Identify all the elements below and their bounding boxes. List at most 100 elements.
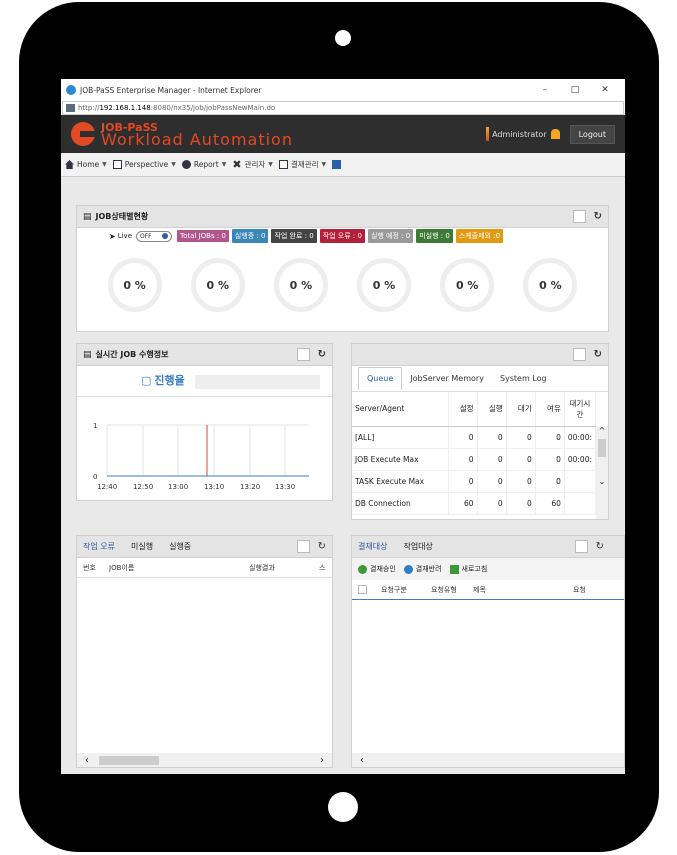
col-waiting[interactable]: 대기 bbox=[506, 392, 536, 427]
app-logo: JOB-PaSS Workload Automation bbox=[101, 122, 293, 148]
tab-queue[interactable]: Queue bbox=[358, 367, 403, 390]
scroll-right-icon[interactable]: › bbox=[320, 755, 324, 766]
logout-button[interactable]: Logout bbox=[569, 124, 615, 144]
panel-checkbox[interactable] bbox=[572, 348, 586, 361]
menu-home[interactable]: Home ▼ bbox=[65, 160, 107, 169]
select-all-checkbox[interactable] bbox=[358, 585, 367, 594]
scroll-up-icon[interactable]: ^ bbox=[596, 426, 608, 435]
refresh-icon[interactable]: ↻ bbox=[594, 211, 602, 222]
progress-bar bbox=[195, 375, 320, 389]
tab-job-error[interactable]: 작업 오류 bbox=[83, 541, 115, 552]
badge-total[interactable]: Total JOBs : 0 bbox=[177, 230, 229, 242]
panel-checkbox[interactable] bbox=[572, 210, 586, 223]
tablet-home-button[interactable] bbox=[328, 792, 358, 822]
menu-report[interactable]: Report ▼ bbox=[181, 160, 226, 169]
reload-button[interactable]: 새로고침 bbox=[449, 564, 487, 574]
col-running[interactable]: 실행 bbox=[477, 392, 507, 427]
logo-icon bbox=[71, 122, 95, 146]
scroll-left-icon[interactable]: ‹ bbox=[360, 755, 364, 766]
cell: 0 bbox=[535, 426, 565, 449]
col-more[interactable]: 스 bbox=[319, 563, 325, 573]
minimize-icon[interactable]: – bbox=[530, 85, 560, 95]
menu-home-label: Home bbox=[77, 160, 100, 169]
maximize-icon[interactable]: □ bbox=[560, 85, 590, 95]
col-number[interactable]: 번호 bbox=[83, 563, 109, 573]
user-icon[interactable] bbox=[550, 129, 560, 139]
gauge-running: 0 % bbox=[190, 258, 245, 312]
reject-button[interactable]: 결재반려 bbox=[403, 564, 442, 574]
tab-job-target[interactable]: 작업대상 bbox=[403, 541, 432, 552]
scroll-thumb[interactable] bbox=[598, 439, 606, 457]
approve-label: 결재승인 bbox=[370, 565, 396, 573]
job-status-title: JOB상태별현황 bbox=[95, 212, 149, 221]
queue-header: ↻ bbox=[352, 344, 608, 366]
panel-checkbox[interactable] bbox=[296, 348, 310, 361]
tab-system-log[interactable]: System Log bbox=[492, 368, 555, 389]
badge-completed[interactable]: 작업 완료 : 0 bbox=[271, 229, 317, 243]
col-server-agent[interactable]: Server/Agent bbox=[352, 392, 449, 427]
error-hscroll[interactable]: ‹ › bbox=[77, 753, 332, 767]
gauge-completed: 0 % bbox=[273, 258, 328, 312]
refresh-icon[interactable]: ↻ bbox=[596, 541, 604, 552]
col-free[interactable]: 여유 bbox=[535, 392, 565, 427]
live-toggle[interactable]: OFF bbox=[136, 230, 172, 242]
reload-icon bbox=[449, 564, 459, 574]
approval-hscroll[interactable]: ‹ bbox=[352, 753, 624, 767]
cell: 60 bbox=[448, 492, 478, 515]
menu-admin[interactable]: ✖ 관리자 ▼ bbox=[232, 158, 273, 171]
cell: 00:00: bbox=[564, 448, 597, 471]
scroll-left-icon[interactable]: ‹ bbox=[85, 755, 89, 766]
queue-panel: ↻ Queue JobServer Memory System Log Serv… bbox=[351, 343, 609, 520]
panel-checkbox[interactable] bbox=[296, 540, 310, 553]
table-row[interactable]: [ALL] 0 0 0 0 00:00: bbox=[352, 426, 597, 449]
col-setting[interactable]: 설정 bbox=[448, 392, 478, 427]
queue-scrollbar[interactable]: ^ ⌄ bbox=[596, 426, 608, 519]
col-job-name[interactable]: JOB이름 bbox=[109, 563, 249, 573]
refresh-icon[interactable]: ↻ bbox=[318, 541, 326, 552]
refresh-icon[interactable]: ↻ bbox=[594, 349, 602, 360]
approve-button[interactable]: 결재승인 bbox=[358, 564, 396, 574]
chevron-down-icon: ▼ bbox=[171, 161, 176, 168]
tab-not-run[interactable]: 미실행 bbox=[131, 541, 153, 552]
menu-perspective[interactable]: Perspective ▼ bbox=[112, 160, 176, 169]
status-gauges: 0 % 0 % 0 % 0 % 0 % 0 % bbox=[77, 244, 608, 312]
col-request-type[interactable]: 요청구분 bbox=[381, 585, 431, 595]
progress-label: 진행율 bbox=[154, 374, 185, 387]
badge-not-run[interactable]: 미실행 : 0 bbox=[416, 229, 453, 243]
badge-running[interactable]: 실행중 : 0 bbox=[231, 229, 269, 243]
monitor-icon bbox=[332, 160, 342, 169]
tab-jobserver-memory[interactable]: JobServer Memory bbox=[402, 368, 492, 389]
cell: 0 bbox=[477, 426, 507, 449]
menu-approval-label: 결재관리 bbox=[290, 160, 319, 169]
scroll-down-icon[interactable]: ⌄ bbox=[596, 477, 608, 486]
menu-approval[interactable]: 결재관리 ▼ bbox=[278, 159, 326, 170]
col-requester[interactable]: 요청 bbox=[573, 585, 586, 595]
cell: 0 bbox=[448, 426, 478, 449]
menu-monitor[interactable] bbox=[332, 160, 344, 169]
scroll-thumb[interactable] bbox=[99, 755, 159, 765]
queue-tabs: Queue JobServer Memory System Log bbox=[352, 366, 608, 392]
table-row[interactable]: JOB Execute Max 0 0 0 0 00:00: bbox=[352, 448, 597, 471]
col-subject[interactable]: 제목 bbox=[473, 585, 573, 595]
tab-approval-target[interactable]: 결재대상 bbox=[358, 541, 387, 552]
page-icon bbox=[66, 104, 75, 112]
col-request-kind[interactable]: 요청유형 bbox=[431, 585, 473, 595]
refresh-icon[interactable]: ↻ bbox=[318, 349, 326, 360]
tools-icon: ✖ bbox=[232, 158, 242, 171]
approval-list-header: 요청구분 요청유형 제목 요청 bbox=[352, 580, 624, 600]
col-wait-time[interactable]: 대기시간 bbox=[564, 392, 597, 427]
chart-icon: ▤ bbox=[83, 349, 92, 360]
table-row[interactable]: DB Connection 60 0 0 60 bbox=[352, 492, 597, 515]
window-title: JOB-PaSS Enterprise Manager - Internet E… bbox=[80, 85, 262, 95]
address-bar[interactable]: http://192.168.1.148:8080/nx35/job/jobPa… bbox=[62, 101, 624, 115]
menu-admin-label: 관리자 bbox=[244, 160, 266, 169]
table-row[interactable]: TASK Execute Max 0 0 0 0 bbox=[352, 470, 597, 493]
tab-running[interactable]: 실행중 bbox=[169, 541, 191, 552]
badge-excluded[interactable]: 스케줄제외 :0 bbox=[455, 229, 504, 243]
badge-error[interactable]: 작업 오류 : 0 bbox=[319, 229, 365, 243]
panel-checkbox[interactable] bbox=[574, 540, 588, 553]
badge-scheduled[interactable]: 실행 예정 : 0 bbox=[367, 229, 414, 243]
col-result[interactable]: 실행결과 bbox=[249, 563, 319, 573]
y-tick: 0 bbox=[93, 473, 97, 481]
close-icon[interactable]: ✕ bbox=[590, 85, 620, 95]
